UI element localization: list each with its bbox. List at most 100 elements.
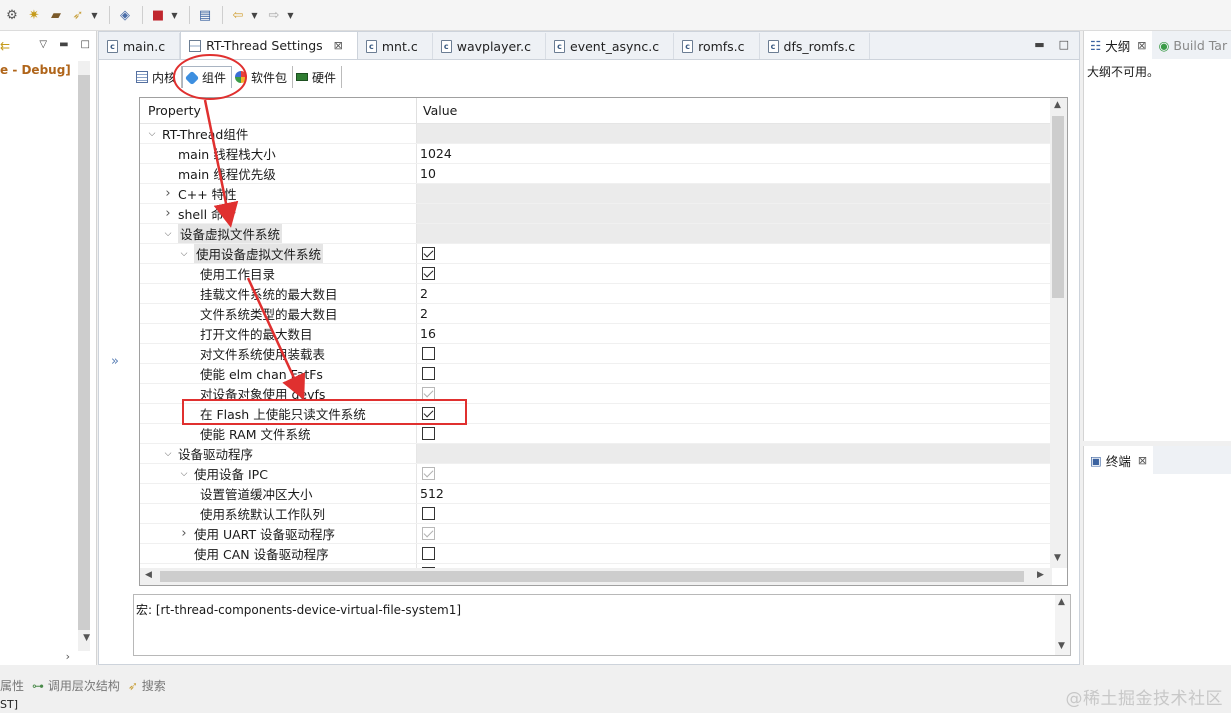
property-cell[interactable]: ⌵ 使用设备 IPC xyxy=(140,464,417,483)
table-row[interactable]: 对文件系统使用装载表 xyxy=(140,344,1050,364)
tab-rt-thread-settings[interactable]: RT-Thread Settings ⊠ xyxy=(180,31,358,59)
value-checkbox-cell[interactable] xyxy=(417,464,1050,483)
table-row[interactable]: ⌵ 使用设备虚拟文件系统 xyxy=(140,244,1050,264)
value-text[interactable]: 2 xyxy=(420,306,428,321)
table-row[interactable]: ⌵ 设备驱动程序 xyxy=(140,444,1050,464)
chevron-down-icon[interactable]: ▼ xyxy=(170,5,179,25)
value-checkbox-cell[interactable] xyxy=(417,504,1050,523)
table-row[interactable]: 使用工作目录 xyxy=(140,264,1050,284)
tab-build-targets[interactable]: ◉ Build Tar xyxy=(1152,31,1231,59)
maximize-icon[interactable]: □ xyxy=(1059,38,1069,51)
checkbox[interactable] xyxy=(422,427,435,440)
property-cell[interactable]: 在 Flash 上使能只读文件系统 xyxy=(140,404,417,423)
table-row[interactable]: ⌵ RT-Thread组件 xyxy=(140,124,1050,144)
checkbox[interactable] xyxy=(422,407,435,420)
chevron-down-icon[interactable]: ⌵ xyxy=(178,469,190,479)
property-cell[interactable]: 使用 CAN 设备驱动程序 xyxy=(140,544,417,563)
property-cell[interactable]: › C++ 特性 xyxy=(140,184,417,203)
value-cell[interactable]: 2 xyxy=(417,304,1050,323)
table-row[interactable]: 对设备对象使用 devfs xyxy=(140,384,1050,404)
chevron-down-icon[interactable]: ⌵ xyxy=(162,229,174,239)
property-cell[interactable]: 挂载文件系统的最大数目 xyxy=(140,284,417,303)
table-row[interactable]: ⌵ 设备虚拟文件系统 xyxy=(140,224,1050,244)
table-row[interactable]: main 线程优先级 10 xyxy=(140,164,1050,184)
table-row[interactable]: 使用系统默认工作队列 xyxy=(140,504,1050,524)
property-cell[interactable]: 使能 RAM 文件系统 xyxy=(140,424,417,443)
scrollbar-thumb[interactable] xyxy=(78,75,90,630)
scrollbar-thumb[interactable] xyxy=(160,571,1024,582)
subtab-components[interactable]: 组件 xyxy=(182,66,233,88)
property-cell[interactable]: main 线程优先级 xyxy=(140,164,417,183)
value-checkbox-cell[interactable] xyxy=(417,424,1050,443)
scroll-right-icon[interactable]: › xyxy=(66,650,70,663)
column-header-value[interactable]: Value xyxy=(417,98,1067,123)
chevron-down-icon[interactable]: ▼ xyxy=(250,5,259,25)
property-cell[interactable]: 使用工作目录 xyxy=(140,264,417,283)
close-icon[interactable]: ⊠ xyxy=(1137,39,1146,52)
subtab-hardware[interactable]: 硬件 xyxy=(293,66,343,88)
property-cell[interactable]: 打开文件的最大数目 xyxy=(140,324,417,343)
package-manager-icon[interactable]: ◈ xyxy=(115,5,135,25)
tab-main-c[interactable]: c main.c xyxy=(99,33,181,59)
tab-properties[interactable]: 属性 xyxy=(0,677,24,694)
column-header-property[interactable]: Property xyxy=(140,98,417,123)
vertical-scrollbar[interactable]: ▲ ▼ xyxy=(1055,595,1070,655)
tab-wavplayer-c[interactable]: c wavplayer.c xyxy=(433,33,547,59)
vertical-scrollbar[interactable]: ▲ ▼ xyxy=(1050,98,1067,568)
scroll-left-icon[interactable]: ◀ xyxy=(145,570,152,580)
maximize-icon[interactable]: □ xyxy=(81,39,90,50)
tab-call-hierarchy[interactable]: ⊶ 调用层次结构 xyxy=(32,677,120,694)
checkbox[interactable] xyxy=(422,547,435,560)
horizontal-scrollbar[interactable]: ◀ ▶ xyxy=(140,568,1052,585)
tab-mnt-c[interactable]: c mnt.c xyxy=(358,33,433,59)
value-text[interactable]: 16 xyxy=(420,326,436,341)
chevron-right-icon[interactable]: › xyxy=(162,186,174,201)
table-row[interactable]: 设置管道缓冲区大小 512 xyxy=(140,484,1050,504)
value-text[interactable]: 512 xyxy=(420,486,444,501)
chevron-down-icon[interactable]: ▼ xyxy=(286,5,295,25)
value-checkbox-cell[interactable] xyxy=(417,404,1050,423)
chevron-down-icon[interactable]: ⌵ xyxy=(146,129,158,139)
checkbox[interactable] xyxy=(422,267,435,280)
tab-outline[interactable]: ☷ 大纲 ⊠ xyxy=(1084,31,1153,59)
table-row[interactable]: ⌵ 使用设备 IPC xyxy=(140,464,1050,484)
tab-romfs-c[interactable]: c romfs.c xyxy=(674,33,760,59)
checkbox[interactable] xyxy=(422,507,435,520)
open-folder-icon[interactable]: ▰ xyxy=(46,5,66,25)
value-cell[interactable]: 10 xyxy=(417,164,1050,183)
property-cell[interactable]: 对设备对象使用 devfs xyxy=(140,384,417,403)
scroll-down-icon[interactable]: ▼ xyxy=(83,633,90,643)
property-cell[interactable]: › 使用 UART 设备驱动程序 xyxy=(140,524,417,543)
flash-download-icon[interactable]: ■ xyxy=(148,5,168,25)
value-text[interactable]: 1024 xyxy=(420,146,452,161)
table-row[interactable]: 打开文件的最大数目 16 xyxy=(140,324,1050,344)
scroll-up-icon[interactable]: ▲ xyxy=(1054,100,1061,110)
table-row[interactable]: › shell 命令 xyxy=(140,204,1050,224)
subtab-kernel[interactable]: 内核 xyxy=(133,66,183,88)
tab-terminal[interactable]: ▣ 终端 ⊠ xyxy=(1084,446,1154,474)
subtab-packages[interactable]: 软件包 xyxy=(232,66,294,88)
value-text[interactable]: 2 xyxy=(420,286,428,301)
table-row[interactable]: 使能 elm chan FatFs xyxy=(140,364,1050,384)
value-cell[interactable]: 1024 xyxy=(417,144,1050,163)
value-cell[interactable]: 512 xyxy=(417,484,1050,503)
table-row[interactable]: main 线程栈大小 1024 xyxy=(140,144,1050,164)
back-arrow-icon[interactable]: ⇦ xyxy=(228,5,248,25)
value-cell[interactable]: 16 xyxy=(417,324,1050,343)
property-cell[interactable]: ⌵ RT-Thread组件 xyxy=(140,124,417,143)
property-cell[interactable]: 文件系统类型的最大数目 xyxy=(140,304,417,323)
chevron-down-icon[interactable]: ▽ xyxy=(39,39,47,50)
value-checkbox-cell[interactable] xyxy=(417,264,1050,283)
property-cell[interactable]: › shell 命令 xyxy=(140,204,417,223)
property-cell[interactable]: ⌵ 设备驱动程序 xyxy=(140,444,417,463)
value-checkbox-cell[interactable] xyxy=(417,524,1050,543)
value-checkbox-cell[interactable] xyxy=(417,384,1050,403)
tab-search[interactable]: ➶ 搜索 xyxy=(128,677,166,694)
value-checkbox-cell[interactable] xyxy=(417,364,1050,383)
chevron-down-icon[interactable]: ▼ xyxy=(90,5,99,25)
property-cell[interactable]: 设置管道缓冲区大小 xyxy=(140,484,417,503)
value-text[interactable]: 10 xyxy=(420,166,436,181)
table-row[interactable]: › 使用 UART 设备驱动程序 xyxy=(140,524,1050,544)
value-checkbox-cell[interactable] xyxy=(417,244,1050,263)
property-cell[interactable]: 对文件系统使用装载表 xyxy=(140,344,417,363)
